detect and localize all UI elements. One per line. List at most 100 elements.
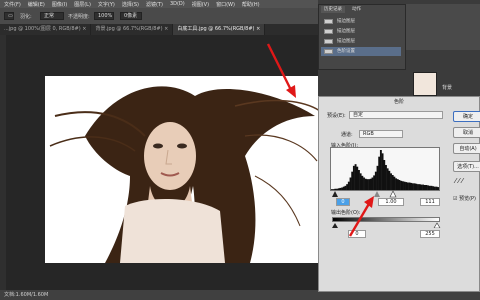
options-button[interactable]: 选项(T)... xyxy=(453,161,480,172)
document-tabs: ...jpg @ 100%(图层 0, RGB/8#) × 背景.jpg @ 6… xyxy=(0,24,318,35)
menu-item[interactable]: 图像(I) xyxy=(52,1,67,8)
input-white-field[interactable]: 111 xyxy=(420,198,440,206)
menu-item[interactable]: 窗口(W) xyxy=(216,1,235,8)
dialog-title: 色阶 xyxy=(393,99,404,105)
histogram-bar xyxy=(354,164,357,190)
histogram-bar xyxy=(405,182,408,190)
menu-item[interactable]: 图层(L) xyxy=(74,1,91,8)
preset-label: 预设(E): xyxy=(327,113,346,119)
histogram-bar xyxy=(361,175,364,190)
histogram-bar xyxy=(363,177,365,190)
histogram-bar xyxy=(390,173,392,190)
tab-doc-2[interactable]: 背景.jpg @ 66.7%(RGB/8#) × xyxy=(91,24,174,35)
tab-actions[interactable]: 动作 xyxy=(349,6,364,13)
histogram-bar xyxy=(351,171,354,190)
histogram-bar xyxy=(413,183,416,190)
menu-item[interactable]: 3D(D) xyxy=(170,1,185,7)
channel-select[interactable]: RGB xyxy=(359,130,403,138)
histogram-bar xyxy=(400,180,403,190)
histogram-bar xyxy=(378,156,381,190)
histogram-bar xyxy=(398,180,401,190)
tab-history[interactable]: 历史记录 xyxy=(321,6,345,13)
histogram-bar xyxy=(401,181,404,190)
histogram-bar xyxy=(395,178,398,190)
menu-item[interactable]: 文字(Y) xyxy=(98,1,115,8)
histogram-bar xyxy=(393,176,396,190)
histogram-bar xyxy=(347,181,350,190)
output-white-field[interactable]: 255 xyxy=(420,230,440,238)
histogram-bar xyxy=(366,179,369,190)
histogram-bar xyxy=(369,178,372,190)
history-item-label: 描边图层 xyxy=(337,29,355,34)
history-item[interactable]: 描边图层 xyxy=(321,17,401,26)
input-gamma-field[interactable]: 1.00 xyxy=(378,198,404,206)
menu-item[interactable]: 文件(F) xyxy=(4,1,21,8)
history-panel: 历史记录 动作 描边图层 描边图层 描边图层 色阶设置 xyxy=(318,4,406,70)
tab-doc-3[interactable]: 白底工具.jpg @ 66.7%(RGB/8#) × xyxy=(173,24,266,35)
histogram-bar xyxy=(388,170,391,190)
woman-portrait-image xyxy=(49,86,320,263)
adjustments-panel xyxy=(406,4,480,50)
history-item[interactable]: 描边图层 xyxy=(321,37,401,46)
history-step-icon xyxy=(324,19,333,24)
histogram-graph xyxy=(331,150,440,190)
feather-label: 羽化: xyxy=(20,14,32,20)
history-step-icon xyxy=(324,29,333,34)
histogram-bar xyxy=(406,182,409,190)
white-point-slider[interactable] xyxy=(389,190,397,198)
histogram-bar xyxy=(412,183,414,190)
histogram-bar xyxy=(352,165,355,190)
histogram-bar xyxy=(364,178,367,190)
menu-item[interactable]: 帮助(H) xyxy=(242,1,260,8)
histogram-bar xyxy=(386,168,389,190)
histogram-bar xyxy=(396,179,399,190)
options-bar: ▭ 正常 羽化: 不透明度: 100% 0像素 xyxy=(0,8,318,24)
histogram-bar xyxy=(379,150,382,190)
history-step-icon xyxy=(324,39,333,44)
histogram-bar xyxy=(376,165,379,190)
histogram-bar xyxy=(358,170,360,190)
menu-item[interactable]: 滤镜(T) xyxy=(146,1,163,8)
annotation-arrow-icon xyxy=(266,43,296,98)
preview-label: 预览(P) xyxy=(459,196,476,202)
opacity-label: 不透明度: xyxy=(68,14,90,20)
eyedropper-icons[interactable]: ⁄ ⁄ ⁄ xyxy=(455,177,463,185)
history-item-label: 描边图层 xyxy=(337,39,355,44)
preview-checkbox[interactable]: ☑ 预览(P) xyxy=(453,195,476,202)
history-item-label: 描边图层 xyxy=(337,19,355,24)
preset-select[interactable]: 自定 xyxy=(349,111,443,119)
marquee-tool-icon[interactable]: ▭ xyxy=(4,12,14,20)
histogram-bar xyxy=(383,160,386,190)
ok-button[interactable]: 确定 xyxy=(453,111,480,122)
channel-label: 通道: xyxy=(341,132,353,138)
histogram-bar xyxy=(381,153,384,190)
menu-item[interactable]: 编辑(E) xyxy=(28,1,45,8)
histogram-bar xyxy=(371,177,374,190)
blend-mode-select[interactable]: 正常 xyxy=(40,12,64,20)
histogram-bar xyxy=(356,166,359,190)
menu-item[interactable]: 选择(S) xyxy=(122,1,139,8)
opacity-field[interactable]: 100% xyxy=(94,12,114,20)
cancel-button[interactable]: 取消 xyxy=(453,127,480,138)
histogram-bar xyxy=(391,175,394,190)
tab-doc-1[interactable]: ...jpg @ 100%(图层 0, RGB/8#) × xyxy=(0,24,92,35)
histogram-bar xyxy=(368,179,371,190)
menu-item[interactable]: 视图(V) xyxy=(192,1,209,8)
auto-button[interactable]: 自动(A) xyxy=(453,143,480,154)
histogram-bar xyxy=(373,175,376,190)
histogram-bar xyxy=(385,165,387,190)
histogram-bar xyxy=(408,182,411,190)
black-point-slider[interactable] xyxy=(332,191,338,197)
histogram-box xyxy=(330,147,440,191)
history-step-icon xyxy=(324,49,333,54)
layer-thumbnail[interactable] xyxy=(413,72,437,96)
history-item-label: 色阶设置 xyxy=(337,49,355,54)
photo-canvas[interactable] xyxy=(45,76,320,263)
history-item[interactable]: 描边图层 xyxy=(321,27,401,36)
feather-field[interactable]: 0像素 xyxy=(120,12,142,20)
histogram-bar xyxy=(359,173,362,190)
history-item-selected[interactable]: 色阶设置 xyxy=(321,47,401,56)
annotation-arrow-icon xyxy=(348,196,374,237)
histogram-bar xyxy=(349,177,352,190)
layer-name: 背景 xyxy=(442,85,453,91)
